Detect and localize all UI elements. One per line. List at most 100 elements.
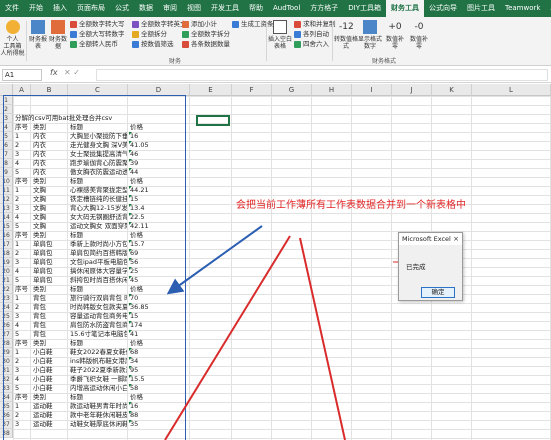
column-header-g[interactable]: G <box>272 84 312 96</box>
formula-input[interactable] <box>96 69 548 81</box>
column-header-k[interactable]: K <box>432 84 472 96</box>
name-box[interactable]: A1 <box>2 69 42 81</box>
btn-label: 全额转人民币 <box>79 40 118 48</box>
column-header-h[interactable]: H <box>312 84 352 96</box>
tab-9[interactable]: 帮助 <box>244 0 268 17</box>
minus-zero-icon: -0 <box>414 22 424 32</box>
tab-16[interactable]: Teamwork <box>500 0 545 17</box>
remove-zero-label: 数值补零 <box>409 36 428 50</box>
ok-button[interactable]: 确定 <box>421 287 455 298</box>
row-tools-group: 插入空白表格 求和并复制 各列自动 四舍六入 <box>268 17 336 66</box>
tab-1[interactable]: 开始 <box>24 0 48 17</box>
dialog-message: 已完成 <box>406 263 426 271</box>
grid-line <box>311 96 312 440</box>
tab-12[interactable]: DIY工具箱 <box>343 0 386 17</box>
remove-zero-button[interactable]: -0 数值补零 <box>408 20 430 50</box>
insert-table-icon <box>273 20 287 34</box>
amount-digit-split-button[interactable]: 全额数字拆分 <box>182 30 230 39</box>
tab-8[interactable]: 开发工具 <box>206 0 244 17</box>
amount-to-rmb-button[interactable]: 全额转人民币 <box>70 40 118 49</box>
convert-numeric-label: 转数值格式 <box>334 36 359 50</box>
separator <box>266 21 267 61</box>
tab-5[interactable]: 数据 <box>134 0 158 17</box>
btn-label: 全额大写转数字 <box>79 30 125 38</box>
filter-by-value-button[interactable]: 按数值筛选 <box>132 40 174 49</box>
btn-label: 添加小计 <box>191 20 217 28</box>
display-format-label: 显示格式数字 <box>358 36 383 50</box>
tab-2[interactable]: 插入 <box>48 0 72 17</box>
tab-11[interactable]: 方方格子 <box>305 0 343 17</box>
tab-3[interactable]: 页面布局 <box>72 0 110 17</box>
convert-numeric-button[interactable]: -12 转数值格式 <box>334 20 358 50</box>
btn-label: 求和并复制 <box>303 20 336 28</box>
btn-label: 各列自动 <box>303 30 329 38</box>
tab-7[interactable]: 视图 <box>182 0 206 17</box>
grid-line <box>391 96 392 440</box>
finance-group: 全额数字转大写 全额大写转数字 全额转人民币 全额数字转英文 全额拆分 按数值筛… <box>70 17 280 66</box>
toolbox-label: 工具箱 <box>3 43 22 50</box>
grid-line <box>231 96 232 440</box>
ribbon-tabs: 文件 开始 插入 页面布局 公式 数据 审阅 视图 开发工具 帮助 AudTool 方方格子 DIY工具… <box>0 0 551 17</box>
numeric-group-label: 财务格式 <box>371 58 396 65</box>
report-icon <box>31 20 45 34</box>
filter-icon <box>132 40 139 48</box>
tab-6[interactable]: 审阅 <box>158 0 182 17</box>
amount-to-english-button[interactable]: 全额数字转英文 <box>132 20 187 29</box>
user-icon <box>5 20 20 34</box>
round-button[interactable]: 四舍六入 <box>294 40 329 49</box>
btn-label: 全额拆分 <box>141 30 167 38</box>
finance-data-label: 财务数据 <box>48 36 67 50</box>
formula-bar: A1 ✕ ✓ fx <box>0 66 551 83</box>
fx-icon[interactable]: fx <box>50 68 58 77</box>
split-icon <box>182 30 189 38</box>
tab-10[interactable]: AudTool <box>268 0 305 17</box>
auto-column-button[interactable]: 各列自动 <box>294 30 329 39</box>
personal-tax-button[interactable]: 个人 工具箱 人所得税 <box>0 20 25 57</box>
btn-label: 全额数字转英文 <box>141 20 187 28</box>
plus-zero-icon: +0 <box>388 22 402 32</box>
amount-to-uppercase-button[interactable]: 全额数字转大写 <box>70 20 125 29</box>
convert-icon <box>70 30 77 38</box>
tab-15[interactable]: 图片工具 <box>462 0 500 17</box>
tab-13[interactable]: 财务工具 <box>386 0 424 17</box>
tab-17[interactable]: Acrobat <box>545 0 551 17</box>
ribbon-body: 个人 工具箱 人所得税 财务报表 财务数据 全额数字转大写 全额大写转数字 全额… <box>0 17 551 66</box>
count-icon <box>182 40 189 48</box>
tab-0[interactable]: 文件 <box>0 0 24 17</box>
message-dialog: Microsoft Excel × 已完成 确定 <box>398 232 463 301</box>
formula-bar-icons: ✕ ✓ <box>64 68 80 77</box>
personal-label: 个人 <box>6 36 19 43</box>
column-header-j[interactable]: J <box>392 84 432 96</box>
split-icon <box>132 30 139 38</box>
column-header-i[interactable]: I <box>352 84 392 96</box>
separator <box>332 21 333 61</box>
income-tax-label: 人所得税 <box>0 50 25 57</box>
tab-14[interactable]: 公式向导 <box>424 0 462 17</box>
sum-copy-button[interactable]: 求和并复制 <box>294 20 336 29</box>
finance-group-label: 财务 <box>168 58 181 65</box>
column-header-e[interactable]: E <box>190 84 232 96</box>
tab-4[interactable]: 公式 <box>110 0 134 17</box>
close-icon[interactable]: × <box>453 233 459 245</box>
pad-zero-label: 数值补零 <box>385 36 404 50</box>
data-highlight-box <box>3 95 186 440</box>
display-format-button[interactable]: 显示格式数字 <box>358 20 382 50</box>
column-header-f[interactable]: F <box>232 84 272 96</box>
round-icon <box>294 40 301 48</box>
dialog-title: Microsoft Excel <box>402 235 451 243</box>
finance-report-button[interactable]: 财务报表 <box>28 20 48 50</box>
add-subtotal-button[interactable]: 添加小计 <box>182 20 217 29</box>
column-header-l[interactable]: L <box>472 84 551 96</box>
finance-data-button[interactable]: 财务数据 <box>48 20 68 50</box>
grid-line <box>271 96 272 440</box>
uppercase-to-amount-button[interactable]: 全额大写转数字 <box>70 30 125 39</box>
record-count-button[interactable]: 各条数据数量 <box>182 40 230 49</box>
btn-label: 四舍六入 <box>303 40 329 48</box>
personal-tax-group: 个人 工具箱 人所得税 <box>0 17 25 66</box>
amount-split-button[interactable]: 全额拆分 <box>132 30 167 39</box>
pad-zero-button[interactable]: +0 数值补零 <box>384 20 406 50</box>
currency-icon <box>70 40 77 48</box>
insert-blank-button[interactable]: 插入空白表格 <box>268 20 292 50</box>
selected-cell[interactable] <box>196 115 230 126</box>
insert-blank-label: 插入空白表格 <box>268 36 293 50</box>
